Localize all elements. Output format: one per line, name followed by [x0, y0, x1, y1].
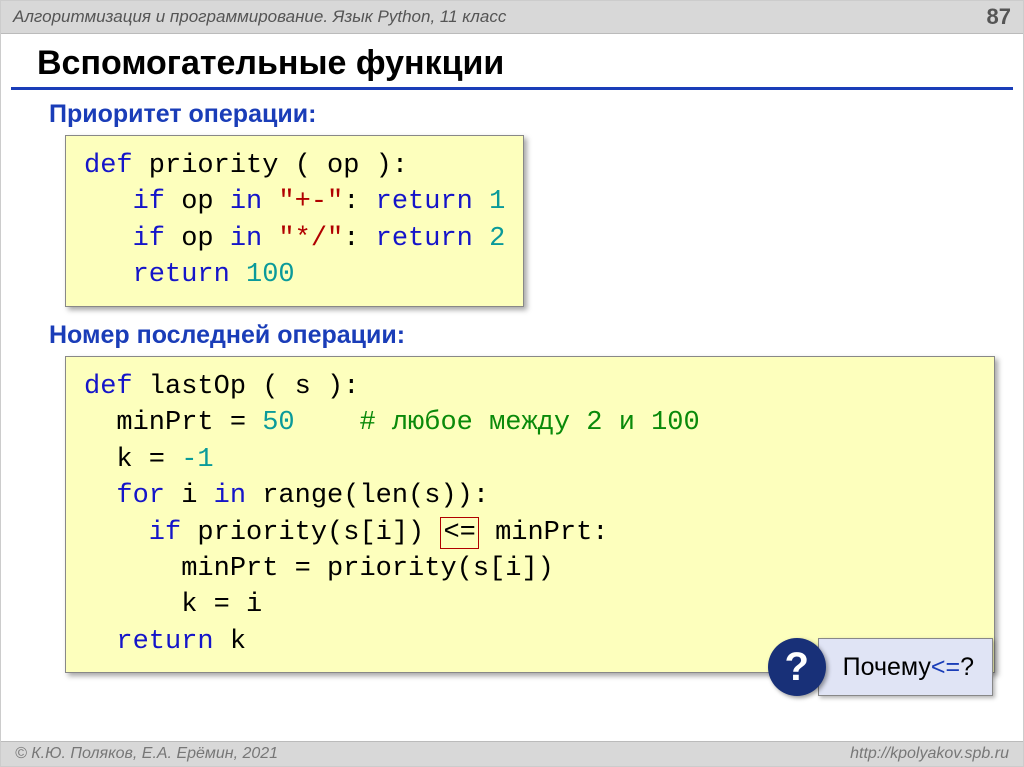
- slide-header: Алгоритмизация и программирование. Язык …: [1, 1, 1023, 34]
- footer-url: http://kpolyakov.spb.ru: [850, 745, 1009, 763]
- callout-text: Почему <= ?: [818, 638, 993, 696]
- course-title: Алгоритмизация и программирование. Язык …: [13, 7, 506, 27]
- codebox-priority: def priority ( op ): if op in "+-": retu…: [65, 135, 524, 307]
- codebox-lastop: def lastOp ( s ): minPrt = 50 # любое ме…: [65, 356, 995, 674]
- section2-heading: Номер последней операции:: [49, 321, 1023, 350]
- slide-footer: © К.Ю. Поляков, Е.А. Ерёмин, 2021 http:/…: [1, 741, 1023, 766]
- callout: ? Почему <= ?: [768, 638, 993, 696]
- operator-highlight: <=: [440, 517, 478, 549]
- question-mark-icon: ?: [768, 638, 826, 696]
- section1-heading: Приоритет операции:: [49, 100, 1023, 129]
- slide-title: Вспомогательные функции: [37, 44, 1023, 87]
- copyright: © К.Ю. Поляков, Е.А. Ерёмин, 2021: [15, 745, 278, 763]
- page-number: 87: [987, 4, 1011, 30]
- title-underline: [11, 87, 1013, 90]
